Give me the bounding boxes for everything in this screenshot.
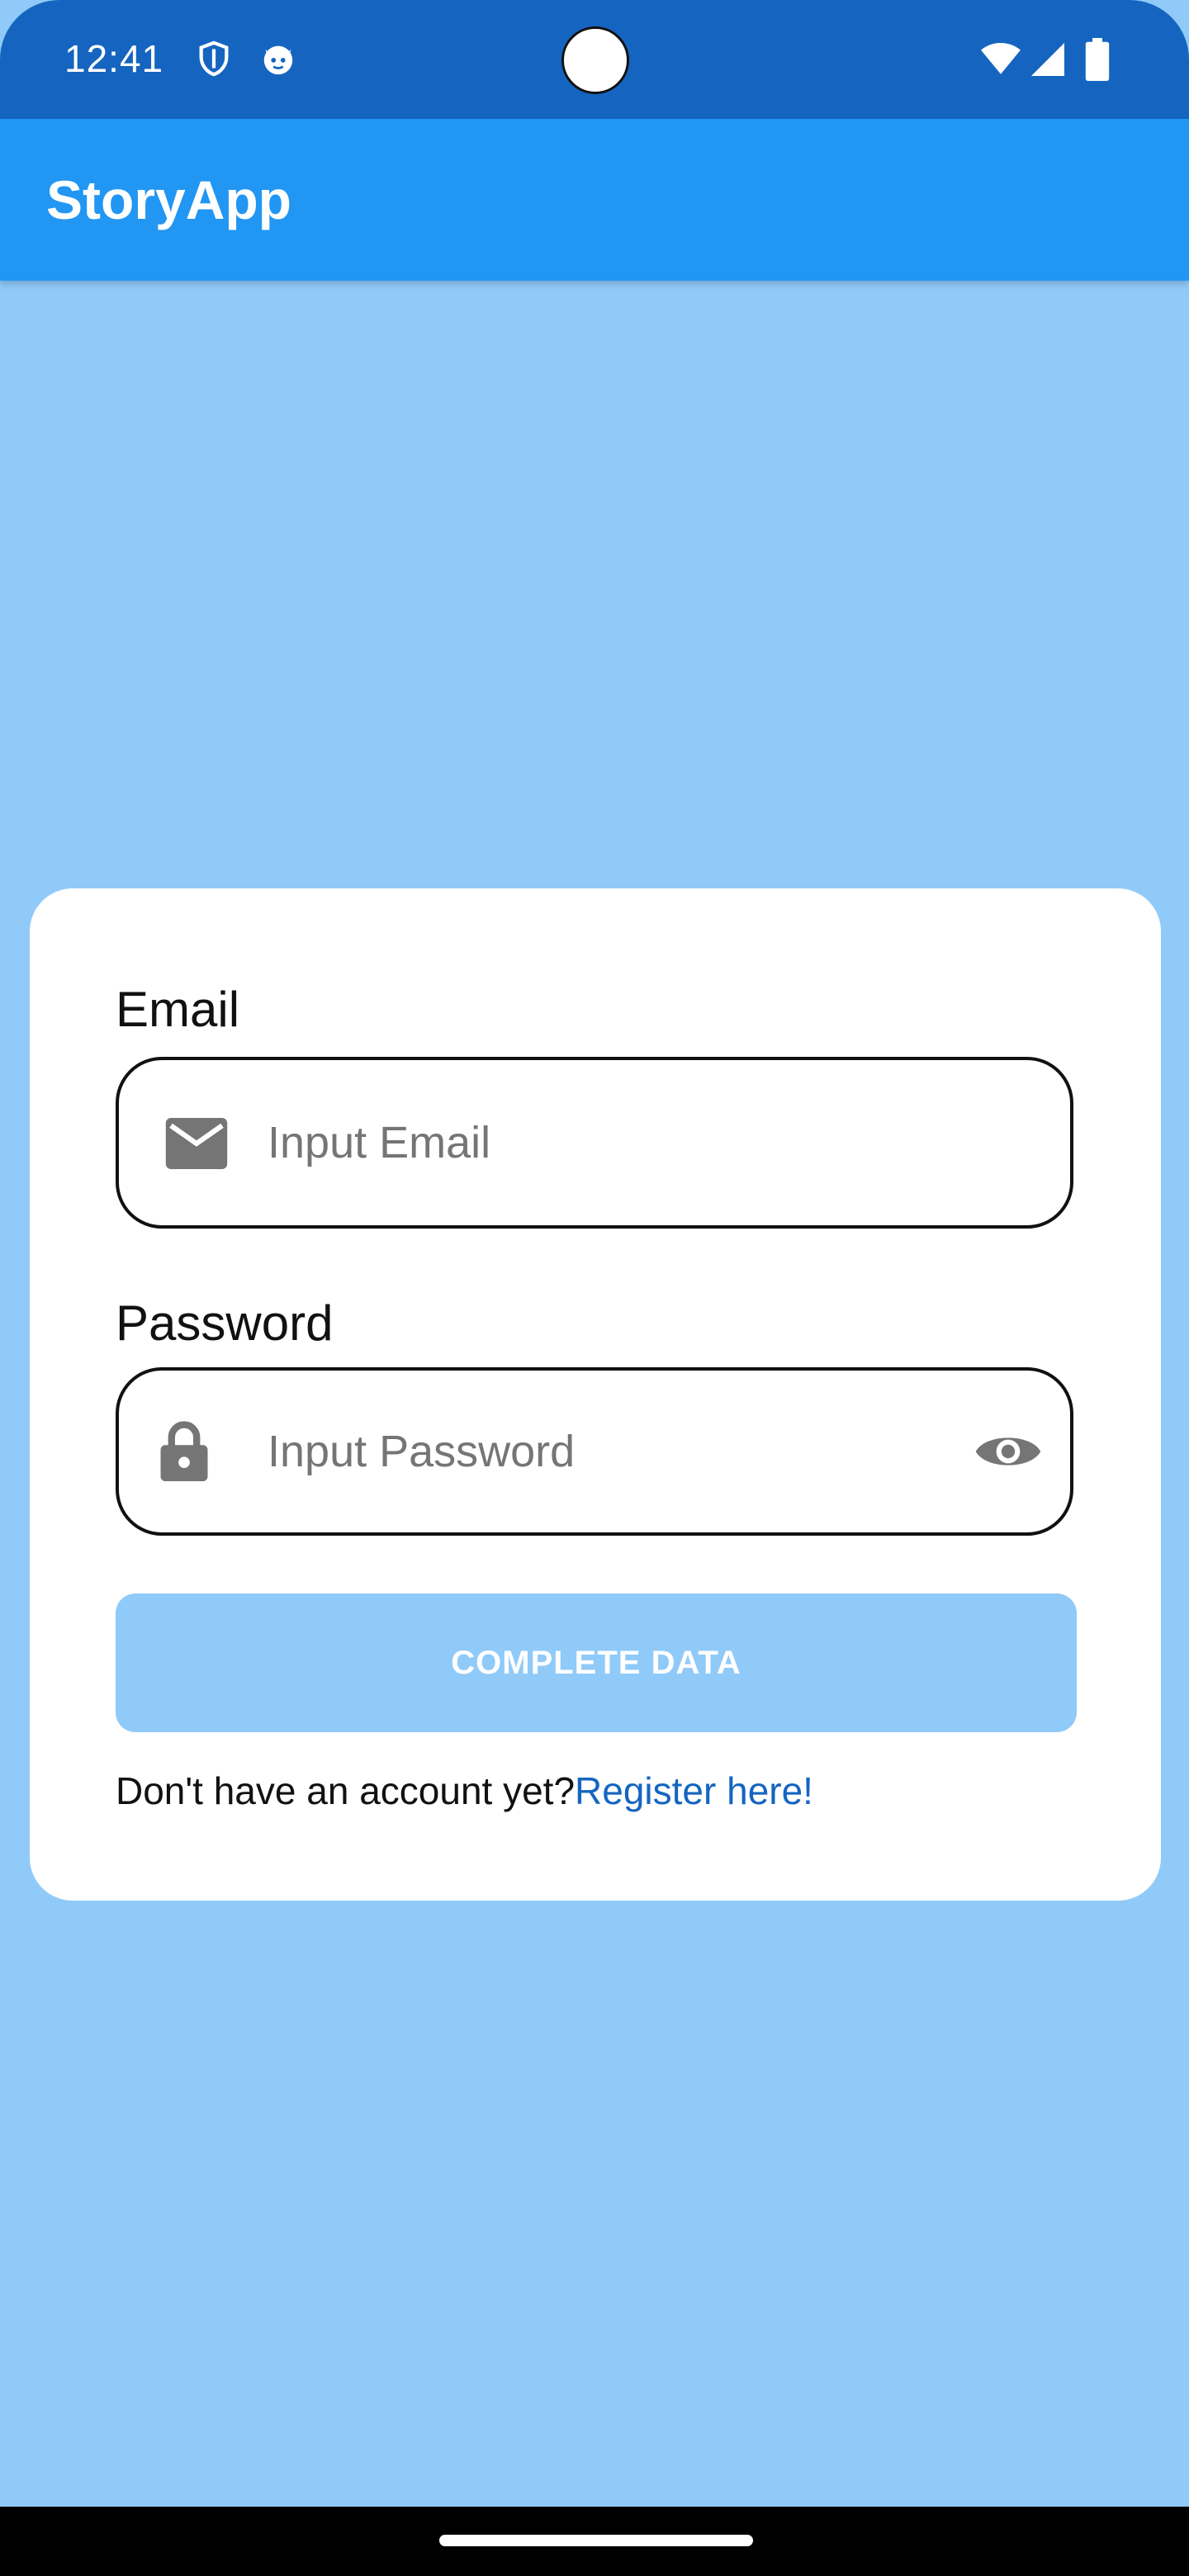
- wifi-icon: [979, 38, 1022, 79]
- app-bar: StoryApp: [0, 119, 1189, 281]
- front-camera: [561, 26, 629, 94]
- cat-icon: [259, 40, 297, 78]
- login-screen: 12:41 StoryApp Email Password: [0, 0, 1189, 2576]
- lock-icon: [159, 1418, 210, 1485]
- app-title: StoryApp: [46, 169, 291, 230]
- password-input[interactable]: [268, 1371, 912, 1532]
- password-field[interactable]: [116, 1367, 1073, 1536]
- navigation-bar: [0, 2507, 1189, 2576]
- password-label: Password: [116, 1295, 334, 1351]
- email-label: Email: [116, 982, 240, 1037]
- shield-icon: [195, 40, 233, 78]
- status-time: 12:41: [64, 37, 164, 80]
- mail-icon: [165, 1118, 228, 1173]
- register-prompt: Don't have an account yet?: [116, 1769, 576, 1812]
- home-gesture-handle[interactable]: [439, 2535, 753, 2546]
- email-field[interactable]: [116, 1057, 1073, 1229]
- complete-data-button[interactable]: COMPLETE DATA: [116, 1593, 1077, 1732]
- register-link[interactable]: Register here!: [575, 1769, 813, 1812]
- login-card: Email Password COMPLETE DATA Don't have …: [30, 888, 1161, 1901]
- status-bar: 12:41: [0, 0, 1189, 119]
- signal-icon: [1027, 40, 1068, 79]
- battery-icon: [1085, 38, 1110, 81]
- eye-icon[interactable]: [974, 1428, 1042, 1479]
- email-input[interactable]: [268, 1060, 912, 1225]
- register-row: Don't have an account yet?Register here!: [116, 1769, 813, 1813]
